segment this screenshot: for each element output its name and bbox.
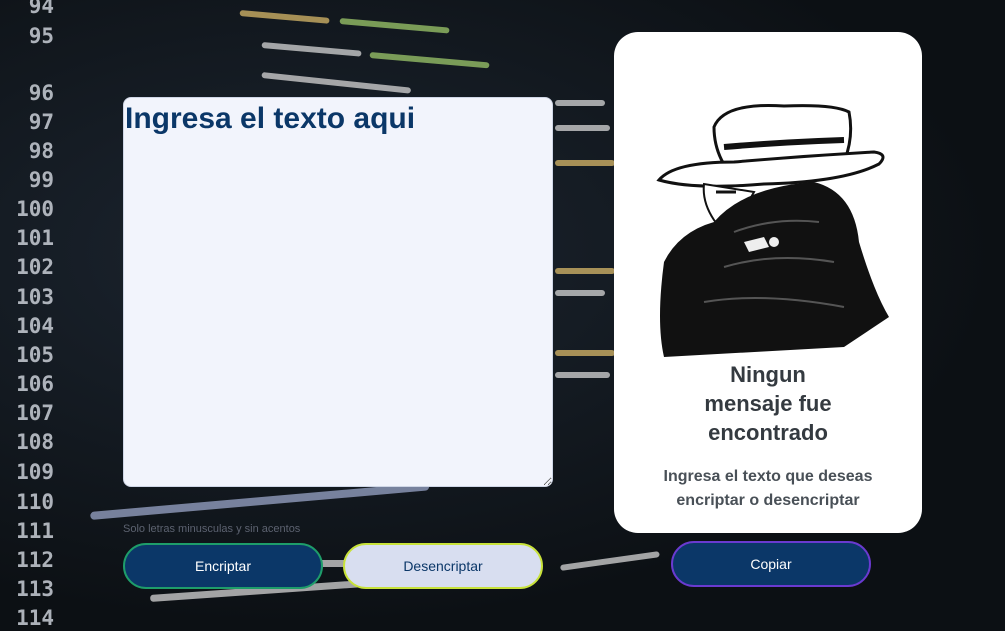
output-title-line: Ningun	[730, 362, 806, 387]
output-subtitle: Ingresa el texto que deseas encriptar o …	[614, 465, 922, 513]
text-input-card[interactable]: Ingresa el texto aqui	[123, 97, 553, 487]
output-title-line: mensaje fue	[704, 391, 832, 416]
detective-illustration	[656, 103, 889, 357]
decrypt-button[interactable]: Desencriptar	[343, 543, 543, 589]
encrypt-button[interactable]: Encriptar	[123, 543, 323, 589]
input-hint: Solo letras minusculas y sin acentos	[123, 523, 301, 535]
output-subtitle-line: Ingresa el texto que deseas	[663, 468, 873, 485]
output-title: Ningun mensaje fue encontrado	[614, 360, 922, 447]
output-subtitle-line: encriptar o desencriptar	[676, 492, 860, 509]
output-card: Ningun mensaje fue encontrado Ingresa el…	[614, 32, 922, 533]
copy-button[interactable]: Copiar	[671, 541, 871, 587]
output-title-line: encontrado	[708, 420, 828, 445]
text-input[interactable]	[124, 98, 552, 486]
